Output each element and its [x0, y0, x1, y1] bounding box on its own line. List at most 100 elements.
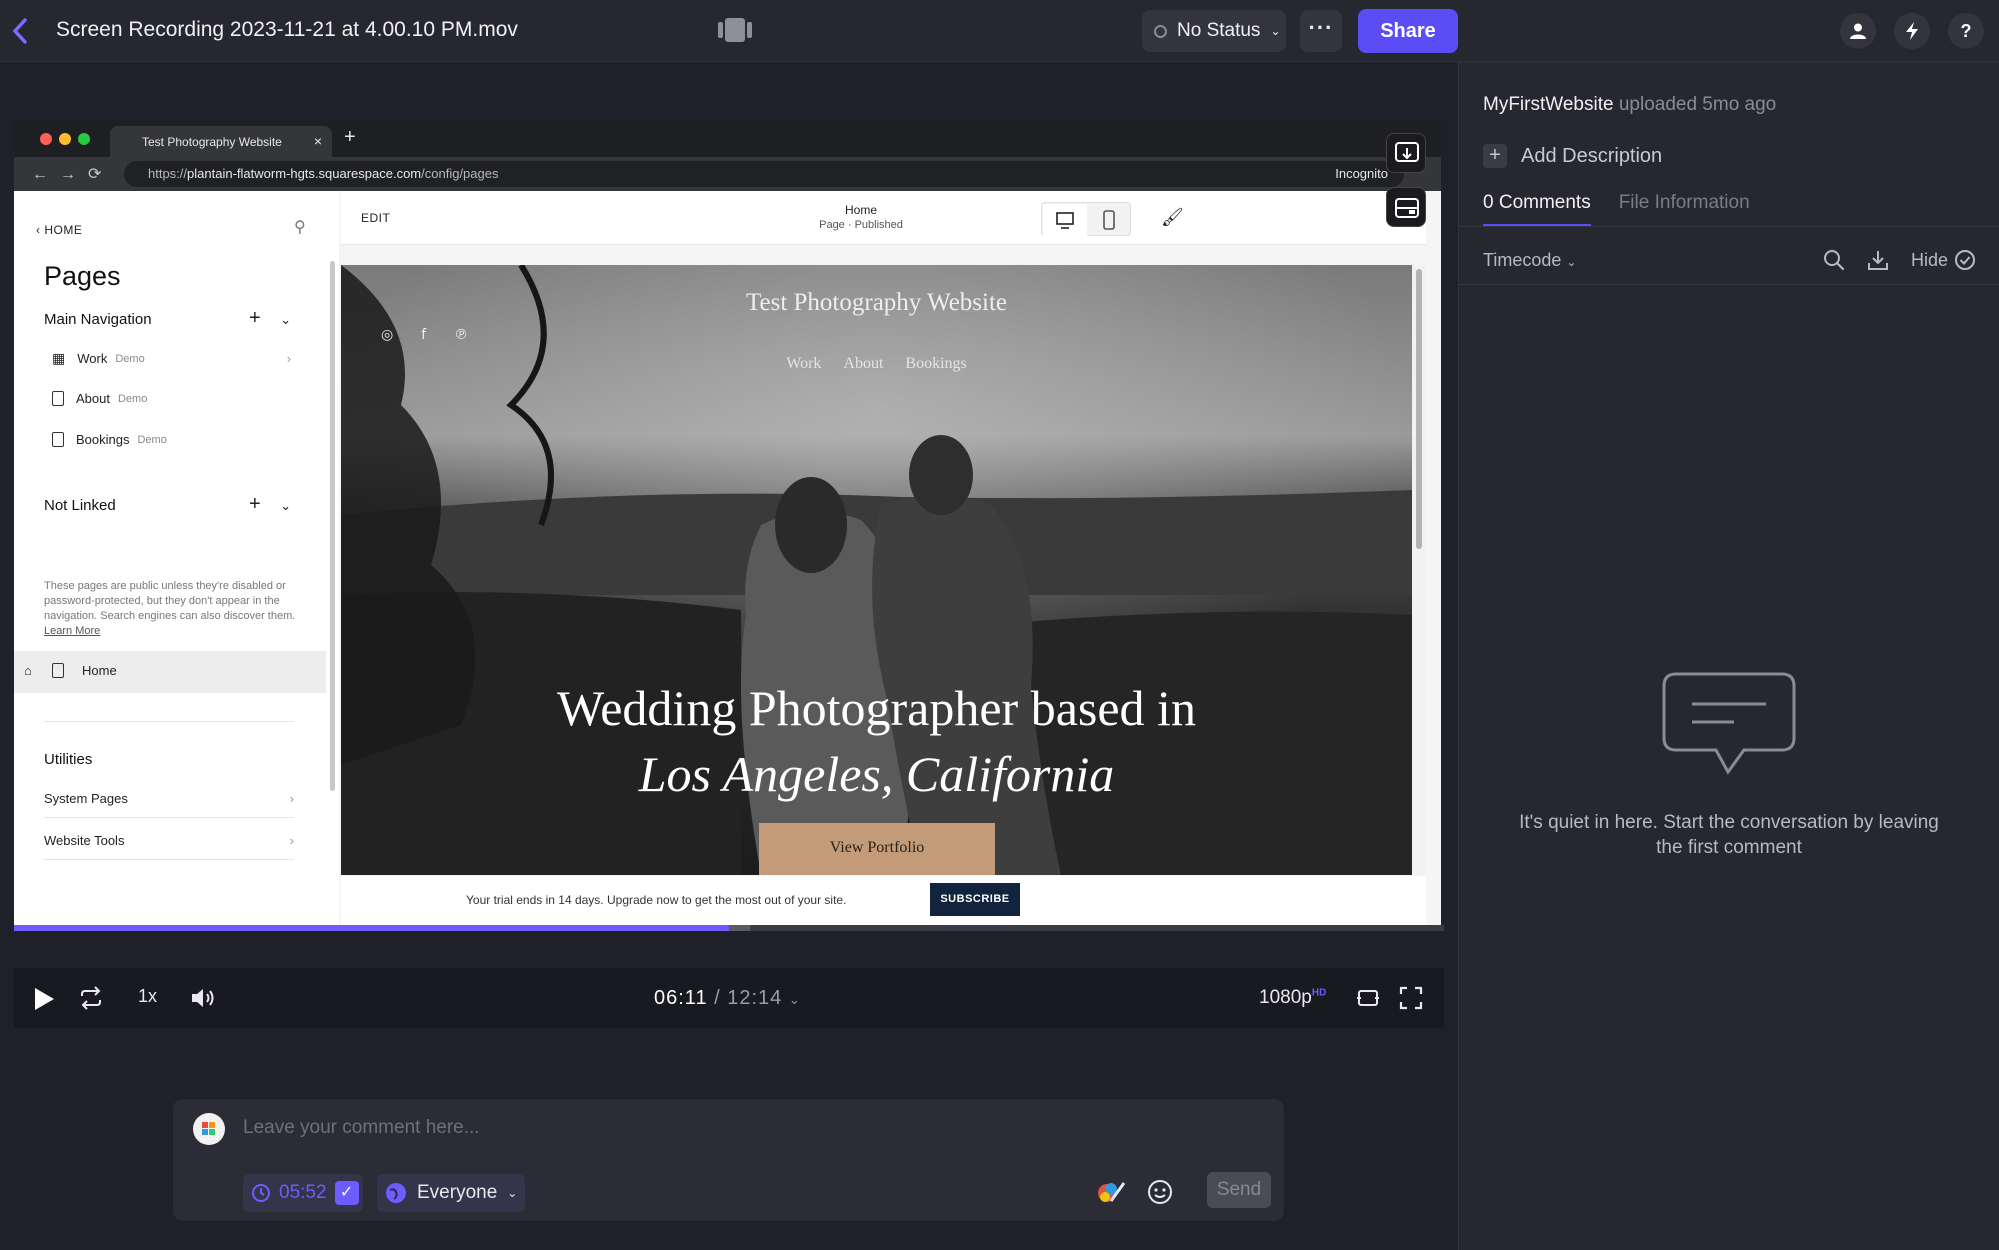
site-nav-work: Work [786, 355, 822, 372]
uploader-line: MyFirstWebsite uploaded 5mo ago [1483, 94, 1776, 116]
pin-icon: ⚲ [294, 219, 306, 236]
page-label: About [76, 391, 110, 406]
playback-scrubber[interactable] [14, 925, 1444, 931]
version-stack-icon[interactable] [716, 17, 754, 43]
headline-line-2: Los Angeles, California [638, 746, 1115, 802]
download-icon[interactable] [1867, 249, 1889, 271]
tab-file-information[interactable]: File Information [1619, 192, 1750, 227]
divider [44, 859, 294, 860]
video-player[interactable]: Test Photography Website × + ←→⟳ https:/… [14, 120, 1441, 925]
pages-title: Pages [44, 261, 121, 291]
page-name: Home [844, 203, 877, 217]
site-nav-bookings: Bookings [905, 355, 967, 372]
system-pages-link: System Pages › [44, 791, 294, 806]
chevron-down-icon: ⌄ [1270, 24, 1281, 38]
send-button[interactable]: Send [1207, 1172, 1271, 1208]
status-dropdown[interactable]: No Status ⌄ [1142, 10, 1286, 52]
browser-address-bar: ←→⟳ https://plantain-flatworm-hgts.squar… [14, 157, 1441, 191]
trial-text: Your trial ends in 14 days. Upgrade now … [466, 893, 847, 907]
total-time: / 12:14 [714, 987, 783, 1009]
site-nav-about: About [843, 355, 884, 372]
loop-icon[interactable] [78, 986, 104, 1015]
grid-icon: ▦ [52, 350, 66, 366]
comment-timestamp-toggle[interactable]: 05:52 ✓ [243, 1174, 363, 1212]
file-title: Screen Recording 2023-11-21 at 4.00.10 P… [56, 18, 518, 41]
trial-banner: Your trial ends in 14 days. Upgrade now … [341, 876, 1426, 925]
timecode-display[interactable]: 06:11 / 12:14 ⌄ [654, 987, 801, 1010]
user-icon[interactable] [1840, 13, 1876, 49]
top-bar: Screen Recording 2023-11-21 at 4.00.10 P… [0, 0, 1999, 62]
website-tools-link: Website Tools › [44, 833, 294, 848]
hero-headline: Wedding Photographer based in Los Angele… [341, 675, 1412, 807]
website-tools-label: Website Tools [44, 833, 125, 848]
page-icon [52, 432, 64, 447]
tab-comments[interactable]: 0 Comments [1483, 192, 1591, 227]
page-icon [52, 391, 64, 406]
add-page-icon: + ⌄ [249, 493, 292, 515]
editor-page-title: Home Page · Published [721, 203, 1001, 233]
facebook-icon: f [421, 327, 427, 343]
aspect-guides-icon[interactable] [1356, 986, 1380, 1015]
play-icon[interactable] [32, 986, 56, 1017]
main-navigation-label: Main Navigation [44, 311, 152, 328]
url-prefix: https:// [148, 166, 188, 181]
lightning-icon[interactable] [1894, 13, 1930, 49]
demo-badge: Demo [117, 392, 148, 405]
emoji-icon[interactable] [1147, 1179, 1173, 1210]
check-circle-icon [1955, 250, 1975, 270]
sidebar-scrollbar [330, 261, 335, 791]
add-description-label: Add Description [1521, 144, 1663, 167]
avatar [193, 1113, 225, 1145]
view-portfolio-button: View Portfolio [759, 823, 995, 875]
editor-pages-sidebar: ‹ HOME ⚲ Pages Main Navigation + ⌄ ▦ Wor… [14, 191, 339, 925]
quality-selector[interactable]: 1080pHD [1259, 987, 1326, 1009]
globe-icon [386, 1183, 406, 1203]
url-path: /config/pages [421, 166, 499, 181]
hide-completed-button[interactable]: Hide [1911, 249, 1976, 271]
help-icon[interactable]: ? [1948, 13, 1984, 49]
comment-input[interactable] [243, 1117, 1143, 1139]
sort-dropdown[interactable]: Timecode ⌄ [1483, 250, 1576, 271]
browser-tab-title: Test Photography Website [142, 135, 282, 149]
add-description-button[interactable]: + Add Description [1483, 144, 1662, 168]
headline-line-1: Wedding Photographer based in [557, 680, 1196, 736]
audience-label: Everyone [417, 1182, 498, 1203]
annotate-icon[interactable] [1097, 1179, 1127, 1210]
desktop-icon [1043, 204, 1115, 236]
share-button[interactable]: Share [1358, 9, 1458, 53]
comment-filter-row: Timecode ⌄ Hide [1483, 244, 1976, 276]
audience-dropdown[interactable]: Everyone ⌄ [377, 1174, 525, 1212]
comments-panel: MyFirstWebsite uploaded 5mo ago + Add De… [1458, 62, 1999, 1250]
not-linked-note-text: These pages are public unless they're di… [44, 580, 296, 622]
chevron-right-icon: › [289, 791, 294, 806]
volume-icon[interactable] [190, 986, 216, 1015]
playback-speed-button[interactable]: 1x [138, 986, 157, 1007]
utilities-label: Utilities [44, 751, 93, 768]
quality-label: 1080p [1259, 987, 1312, 1008]
add-page-icon: + ⌄ [249, 307, 292, 329]
website-hero: ◎ f ℗ Test Photography Website Work Abou… [341, 265, 1412, 875]
browser-tab-strip: Test Photography Website × + [14, 120, 1441, 157]
search-icon[interactable] [1823, 249, 1845, 271]
plus-icon: + [1483, 144, 1507, 168]
hide-label: Hide [1910, 249, 1948, 270]
back-chevron-icon[interactable] [10, 16, 38, 46]
download-frame-icon[interactable] [1386, 133, 1426, 173]
clock-icon [252, 1184, 270, 1202]
incognito-label: Incognito [1335, 166, 1388, 181]
more-options-button[interactable]: ··· [1300, 10, 1342, 52]
picture-in-picture-icon[interactable] [1386, 187, 1426, 227]
fullscreen-icon[interactable] [1399, 986, 1423, 1015]
divider [1459, 226, 1999, 227]
demo-badge: Demo [115, 352, 145, 365]
nav-page-about: About Demo [52, 391, 147, 406]
browser-tab: Test Photography Website × [110, 126, 332, 157]
page-icon [52, 663, 64, 678]
nav-page-work: ▦ Work Demo › [52, 350, 291, 367]
chevron-down-icon: ⌄ [1566, 254, 1577, 269]
not-linked-label: Not Linked [44, 497, 116, 514]
chat-bubble-icon [1662, 672, 1796, 781]
chevron-right-icon: › [289, 833, 294, 848]
sort-label: Timecode [1483, 249, 1562, 270]
style-brush-icon: 🖌 [1161, 207, 1184, 227]
